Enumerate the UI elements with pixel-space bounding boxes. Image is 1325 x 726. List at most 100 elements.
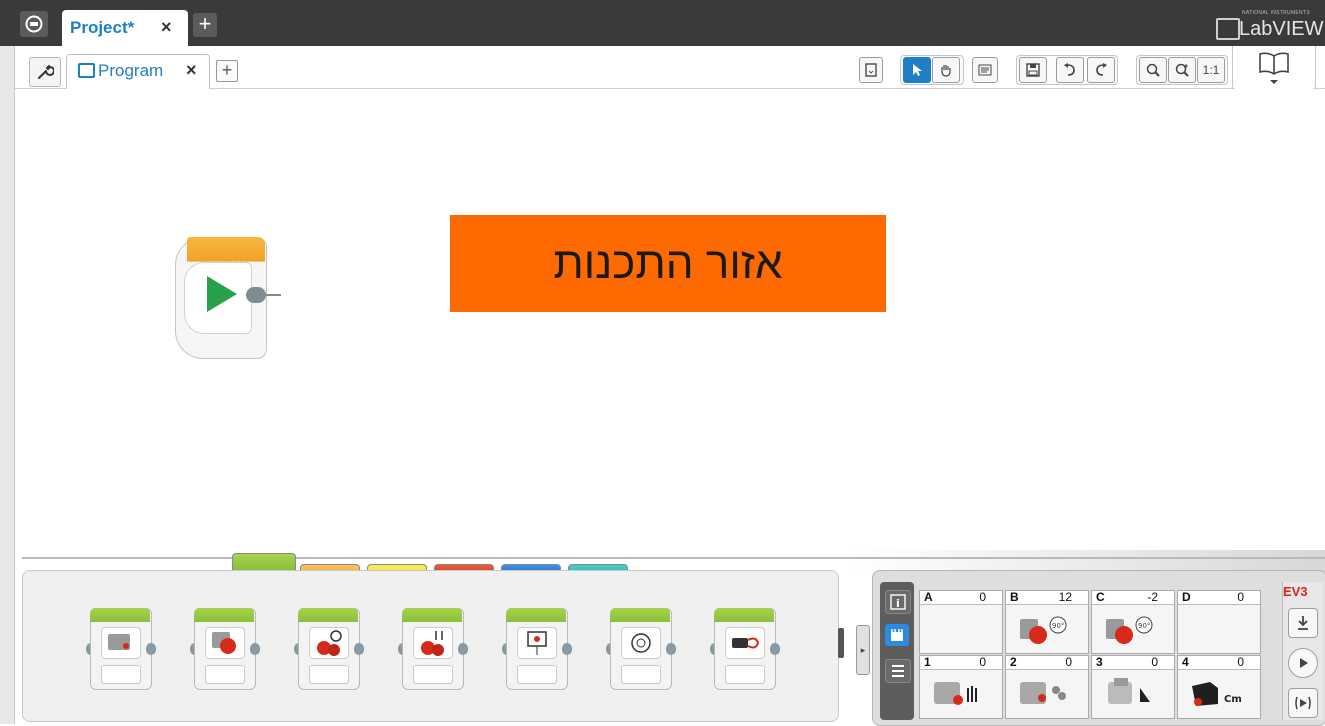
medium-motor-icon	[101, 627, 141, 659]
port-value: 0	[1065, 655, 1072, 669]
program-tab-label: Program	[98, 61, 164, 80]
brand-small-text: NATIONAL INSTRUMENTS	[1242, 10, 1310, 16]
program-tab-row	[15, 46, 1325, 89]
run-selected-icon	[1295, 696, 1311, 710]
labview-brand: NATIONAL INSTRUMENTS LabVIEW	[1210, 10, 1325, 40]
undo-button[interactable]	[1056, 57, 1084, 83]
port-4[interactable]: 4 0 Cm	[1177, 655, 1261, 719]
zoom-in-button[interactable]	[1168, 57, 1196, 83]
port-A[interactable]: A0	[919, 590, 1003, 654]
port-id: 3	[1096, 655, 1103, 669]
port-2[interactable]: 20	[1005, 655, 1089, 719]
select-arrow-icon	[913, 64, 922, 76]
block-header	[194, 608, 254, 622]
move-steering-icon	[309, 627, 349, 659]
start-play-icon	[207, 276, 237, 312]
available-bricks-tab[interactable]	[885, 659, 911, 683]
block-input-slot	[725, 665, 765, 684]
port-value: 0	[979, 590, 986, 604]
block-plug-out-icon	[666, 643, 676, 655]
sequence-plug-icon[interactable]	[246, 287, 266, 303]
wrench-icon	[38, 65, 54, 79]
display-icon	[517, 627, 557, 659]
zoom-in-icon	[1175, 63, 1189, 77]
program-icon	[78, 63, 95, 78]
port-value: -2	[1147, 590, 1158, 604]
block-plug-out-icon	[458, 643, 468, 655]
port-view-tab[interactable]	[885, 624, 909, 646]
panel-divider	[22, 557, 1325, 559]
zoom-out-button[interactable]	[1139, 57, 1167, 83]
download-and-run-button[interactable]	[1288, 648, 1318, 678]
block-header	[402, 608, 462, 622]
block-header	[714, 608, 774, 622]
rotation-badge: 90°	[1052, 622, 1064, 630]
lobby-icon	[25, 15, 43, 33]
port-1[interactable]: 10	[919, 655, 1003, 719]
sound-icon	[621, 627, 661, 659]
port-C[interactable]: C -2 90°	[1091, 590, 1175, 654]
project-tab-label: Project*	[70, 18, 135, 37]
select-tool-button[interactable]	[903, 57, 931, 83]
redo-icon	[1096, 63, 1107, 76]
ultrasonic-sensor-icon: Cm	[1192, 682, 1242, 706]
labview-logo-icon	[1216, 18, 1240, 40]
project-close-icon[interactable]: ×	[161, 17, 172, 38]
touch-sensor-icon	[934, 682, 977, 705]
block-input-slot	[517, 665, 557, 684]
available-bricks-icon	[892, 665, 904, 677]
block-plug-out-icon	[250, 643, 260, 655]
start-block-header	[187, 237, 265, 262]
block-input-slot	[309, 665, 349, 684]
programming-area-label: אזור התכנות	[450, 215, 886, 312]
gyro-sensor-icon	[1020, 682, 1066, 704]
sensor-unit: Cm	[1224, 694, 1242, 705]
add-program-button[interactable]: +	[216, 60, 238, 82]
pan-tool-button[interactable]	[932, 57, 960, 83]
port-value: 0	[1151, 655, 1158, 669]
hardware-page-toggle-button[interactable]: ▸	[856, 625, 870, 675]
port-D[interactable]: D0	[1177, 590, 1261, 654]
port-value: 0	[1237, 590, 1244, 604]
panel-splitter-handle[interactable]	[838, 628, 844, 658]
color-sensor-icon	[1108, 678, 1150, 704]
block-header	[506, 608, 566, 622]
block-input-slot	[205, 665, 245, 684]
save-button[interactable]	[1019, 57, 1047, 83]
panel-divider-fade	[850, 550, 1325, 572]
port-id: 2	[1010, 655, 1017, 669]
block-plug-out-icon	[770, 643, 780, 655]
block-header	[610, 608, 670, 622]
brick-info-tab[interactable]: i	[885, 590, 911, 614]
port-id: A	[924, 590, 933, 604]
content-editor-button[interactable]	[1232, 46, 1316, 91]
add-project-button[interactable]: +	[193, 13, 217, 37]
save-icon	[1026, 63, 1040, 77]
port-value: 0	[1237, 655, 1244, 669]
redo-button[interactable]	[1087, 57, 1115, 83]
project-properties-button[interactable]	[29, 57, 61, 87]
zoom-reset-button[interactable]: 1:1	[1197, 57, 1225, 83]
page-button[interactable]	[859, 57, 883, 83]
block-header	[298, 608, 358, 622]
lobby-home-button[interactable]	[20, 11, 48, 37]
brick-status-light-icon	[725, 627, 765, 659]
pan-hand-icon	[941, 65, 951, 77]
svg-text:i: i	[896, 597, 900, 610]
port-3[interactable]: 30	[1091, 655, 1175, 719]
large-motor-icon: 90°	[1020, 616, 1067, 644]
program-close-icon[interactable]: ×	[186, 60, 197, 81]
comment-button[interactable]	[972, 57, 998, 83]
block-plug-out-icon	[146, 643, 156, 655]
brick-info-icon: i	[890, 594, 906, 610]
brand-name: LabVIEW	[1239, 18, 1324, 40]
rotation-badge: 90°	[1138, 622, 1150, 630]
port-B[interactable]: B 12 90°	[1005, 590, 1089, 654]
left-edge	[0, 0, 15, 724]
large-motor-icon	[205, 627, 245, 659]
zoom-out-icon	[1146, 63, 1160, 77]
run-selected-button[interactable]	[1288, 688, 1318, 718]
block-input-slot	[101, 665, 141, 684]
download-button[interactable]	[1288, 608, 1318, 638]
page-icon	[865, 63, 877, 77]
